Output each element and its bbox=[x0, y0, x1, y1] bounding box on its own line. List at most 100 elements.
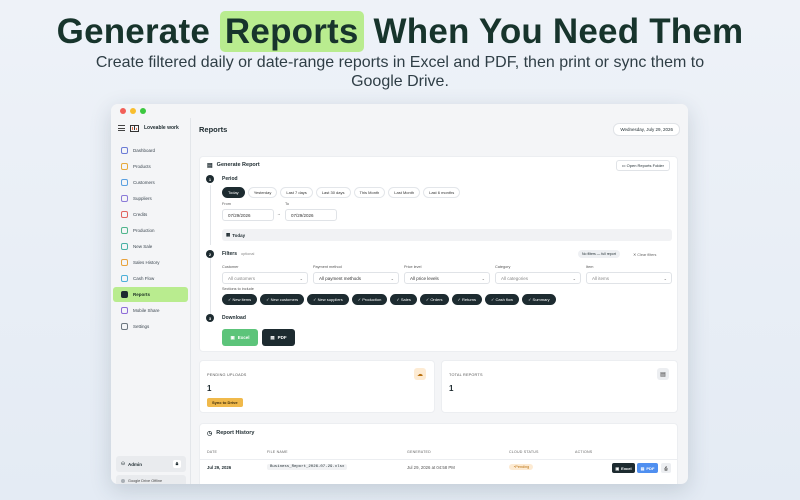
factory-icon bbox=[121, 227, 128, 234]
lock-icon[interactable]: 🔒︎ bbox=[173, 460, 181, 468]
period-chip[interactable]: Last Month bbox=[388, 187, 421, 198]
report-history-card: ◷ Report History DATE FILE NAME GENERATE… bbox=[199, 423, 678, 484]
filter-label: Item bbox=[586, 265, 594, 269]
user-menu[interactable]: ⚇ Admin 🔒︎ bbox=[116, 456, 186, 472]
row-print-button[interactable]: ⎙ bbox=[661, 463, 671, 473]
section-chip[interactable]: ✓ Returns bbox=[451, 294, 483, 305]
filter-select[interactable]: All customers ⌄ bbox=[222, 272, 308, 284]
pdf-label: PDF bbox=[277, 335, 287, 340]
section-chip[interactable]: ✓ Orders bbox=[419, 294, 449, 305]
column-header: FILE NAME bbox=[267, 450, 288, 454]
section-chip-label: New suppliers bbox=[317, 297, 343, 302]
sidebar-item-label: Cash Flow bbox=[133, 276, 155, 281]
to-label: To bbox=[285, 202, 290, 206]
section-chip[interactable]: ✓ Production bbox=[351, 294, 388, 305]
close-window-button[interactable] bbox=[120, 108, 126, 114]
total-reports-label: TOTAL REPORTS bbox=[449, 373, 483, 377]
sync-to-drive-button[interactable]: Sync to Drive bbox=[207, 398, 243, 407]
section-chip[interactable]: ✓ Sales bbox=[390, 294, 417, 305]
excel-icon: ▣ bbox=[230, 334, 235, 340]
download-pdf-button[interactable]: ▤ PDF bbox=[262, 329, 295, 346]
sidebar-item-products[interactable]: Products bbox=[113, 159, 188, 174]
pending-uploads-value: 1 bbox=[207, 384, 212, 393]
sidebar-item-label: Suppliers bbox=[133, 196, 152, 201]
zoom-window-button[interactable] bbox=[140, 108, 146, 114]
sidebar-item-settings[interactable]: Settings bbox=[113, 319, 188, 334]
filter-select[interactable]: All payment methods ⌄ bbox=[313, 272, 399, 284]
print-icon: ⎙ bbox=[664, 465, 668, 471]
pdf-icon: ▤ bbox=[270, 334, 275, 340]
filter-value: All items bbox=[592, 275, 610, 281]
filter-select[interactable]: All categories ⌄ bbox=[495, 272, 581, 284]
step-filters: 2 Filters optional bbox=[206, 250, 254, 258]
clear-filters-button[interactable]: ✕ Clear filters bbox=[633, 252, 656, 257]
step-download: 3 Download bbox=[206, 314, 246, 322]
report-history-header: ◷ Report History bbox=[200, 424, 677, 442]
filter-select[interactable]: All items ⌄ bbox=[586, 272, 672, 284]
period-chip[interactable]: Last 6 months bbox=[423, 187, 461, 198]
period-summary-label: Today bbox=[232, 232, 246, 238]
period-chip[interactable]: Today bbox=[222, 187, 245, 198]
sidebar-item-sales-history[interactable]: Sales History bbox=[113, 255, 188, 270]
hero-title-highlight: Reports bbox=[219, 11, 364, 52]
card-icon bbox=[121, 211, 128, 218]
menu-icon[interactable] bbox=[118, 125, 125, 131]
sidebar-item-label: Products bbox=[133, 164, 151, 169]
period-chip[interactable]: Last 30 days bbox=[315, 187, 351, 198]
sidebar-item-mobile-share[interactable]: Mobile Share bbox=[113, 303, 188, 318]
to-date-field[interactable]: 07/29/2026 bbox=[285, 209, 337, 221]
user-icon: ⚇ bbox=[121, 461, 126, 466]
step-number: 3 bbox=[206, 314, 214, 322]
filter-label: Price level bbox=[404, 265, 422, 269]
sidebar-item-credits[interactable]: Credits bbox=[113, 207, 188, 222]
sidebar-item-suppliers[interactable]: Suppliers bbox=[113, 191, 188, 206]
from-date-field[interactable]: 07/29/2026 bbox=[222, 209, 274, 221]
status-badge: ◔Pending bbox=[509, 464, 534, 470]
open-folder-button[interactable]: ▭ Open Reports Folder bbox=[615, 159, 670, 171]
section-chip[interactable]: ✓ Cash flow bbox=[485, 294, 520, 305]
sidebar-item-dashboard[interactable]: Dashboard bbox=[113, 143, 188, 158]
drive-status: Google Drive Offline bbox=[116, 475, 186, 484]
row-excel-button[interactable]: ▣ Excel bbox=[612, 463, 635, 473]
pdf-icon: ▤ bbox=[640, 465, 645, 471]
logo-icon bbox=[130, 124, 139, 132]
users-icon bbox=[121, 179, 128, 186]
sidebar-item-customers[interactable]: Customers bbox=[113, 175, 188, 190]
range-arrow-icon: → bbox=[277, 212, 281, 216]
cart-icon bbox=[121, 243, 128, 250]
sidebar-item-new-sale[interactable]: New Sale bbox=[113, 239, 188, 254]
sidebar-item-label: Reports bbox=[133, 292, 151, 297]
no-filters-badge: No filters — full report bbox=[578, 250, 620, 258]
grid-icon bbox=[121, 147, 128, 154]
hero-title: Generate Reports When You Need Them bbox=[0, 11, 800, 52]
step-number: 2 bbox=[206, 250, 214, 258]
minimize-window-button[interactable] bbox=[130, 108, 136, 114]
row-pdf-button[interactable]: ▤ PDF bbox=[637, 463, 658, 473]
sidebar-item-production[interactable]: Production bbox=[113, 223, 188, 238]
section-chip[interactable]: ✓ New suppliers bbox=[307, 294, 349, 305]
total-reports-value: 1 bbox=[449, 384, 454, 393]
history-icon bbox=[121, 259, 128, 266]
period-chip[interactable]: Yesterday bbox=[247, 187, 278, 198]
period-chip[interactable]: This Month bbox=[353, 187, 386, 198]
hero-title-pre: Generate bbox=[56, 12, 210, 51]
app-name: Loveable work bbox=[144, 125, 179, 131]
sidebar-item-label: Mobile Share bbox=[133, 308, 160, 313]
chevron-down-icon: ⌄ bbox=[390, 275, 394, 281]
filter-select[interactable]: All price levels ⌄ bbox=[404, 272, 490, 284]
sidebar-item-label: Production bbox=[133, 228, 155, 233]
titlebar bbox=[111, 104, 688, 118]
step-title: Period bbox=[222, 176, 238, 182]
sidebar-item-reports[interactable]: Reports bbox=[113, 287, 188, 302]
truck-icon bbox=[121, 195, 128, 202]
sidebar-item-cash-flow[interactable]: Cash Flow bbox=[113, 271, 188, 286]
section-chip-label: Cash flow bbox=[495, 297, 514, 302]
section-chip[interactable]: ✓ New customers bbox=[260, 294, 305, 305]
report-icon bbox=[121, 291, 128, 298]
download-excel-button[interactable]: ▣ Excel bbox=[222, 329, 258, 346]
period-chip[interactable]: Last 7 days bbox=[280, 187, 313, 198]
section-chip[interactable]: ✓ Summary bbox=[522, 294, 556, 305]
calendar-icon: ▦ bbox=[226, 232, 231, 237]
section-chip[interactable]: ✓ New items bbox=[222, 294, 258, 305]
chevron-down-icon: ⌄ bbox=[299, 275, 303, 281]
